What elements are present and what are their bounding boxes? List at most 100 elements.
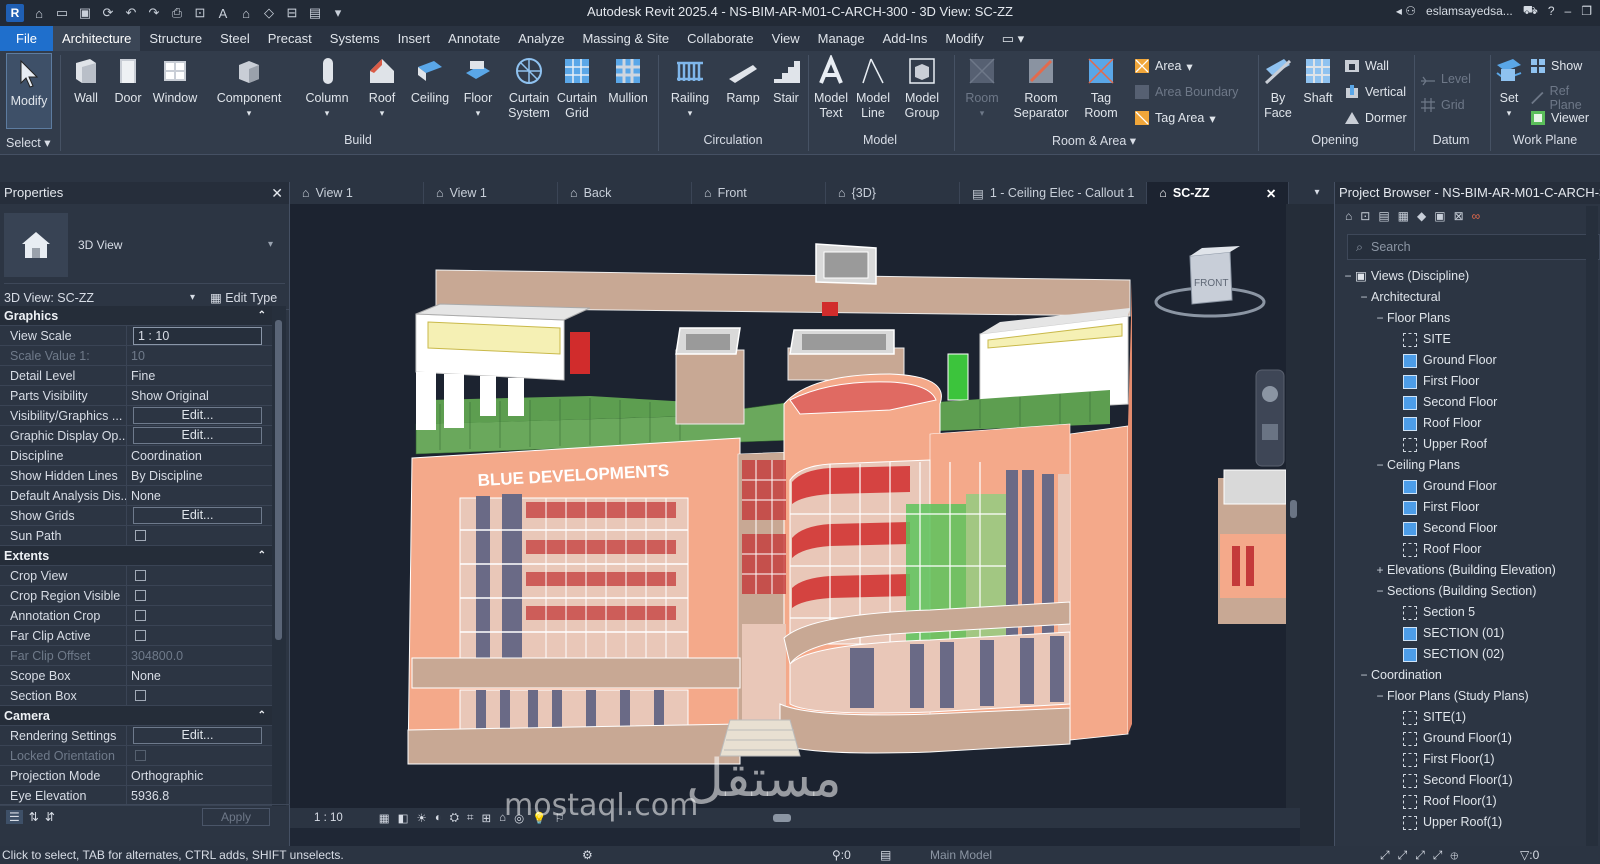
vertical-opening-button[interactable]: Vertical — [1344, 84, 1406, 100]
browser-tree-item[interactable]: Roof Floor(1) — [1335, 791, 1600, 812]
mullion-button[interactable]: Mullion — [604, 51, 652, 106]
sign-in-icon[interactable]: ◂ ⚇ — [1396, 4, 1416, 18]
curtain-grid-button[interactable]: Curtain Grid — [554, 51, 600, 121]
menu-manage[interactable]: Manage — [809, 26, 874, 51]
worksets-icon[interactable]: ⚲:0 — [832, 848, 851, 862]
select-dropdown[interactable]: Select ▾ — [6, 135, 51, 150]
browser-tree-item[interactable]: SECTION (02) — [1335, 644, 1600, 665]
view-tab[interactable]: ⌂ {3D} — [826, 182, 960, 204]
visual-style-icon[interactable]: ◧ — [398, 811, 409, 825]
section-icon[interactable]: ◇ — [261, 5, 277, 21]
model-text-button[interactable]: Model Text — [810, 51, 852, 121]
browser-tree-item[interactable]: First Floor — [1335, 371, 1600, 392]
shaft-button[interactable]: Shaft — [1298, 51, 1338, 106]
view-tab[interactable]: ⌂ View 1 — [290, 182, 424, 204]
area-boundary-button[interactable]: Area Boundary — [1134, 84, 1238, 100]
tag-room-button[interactable]: Tag Room — [1078, 51, 1124, 121]
tabs-overflow-icon[interactable]: ▾ — [1300, 182, 1334, 204]
area-button[interactable]: Area ▾ — [1134, 58, 1193, 74]
browser-tree-item[interactable]: Ground Floor — [1335, 476, 1600, 497]
property-value[interactable]: Coordination — [126, 446, 272, 465]
crop-view-icon[interactable]: ⌗ — [467, 812, 473, 825]
browser-home-icon[interactable]: ⌂ — [1345, 209, 1352, 223]
tag-area-button[interactable]: Tag Area ▾ — [1134, 110, 1216, 126]
menu-annotate[interactable]: Annotate — [439, 26, 509, 51]
contextual-tab-dropdown[interactable]: ▭ ▾ — [993, 26, 1033, 51]
browser-tree-item[interactable]: First Floor(1) — [1335, 749, 1600, 770]
level-button[interactable]: Level — [1420, 71, 1471, 87]
browser-tree-item[interactable]: Second Floor — [1335, 392, 1600, 413]
wall-opening-button[interactable]: Wall — [1344, 58, 1389, 74]
menu-file[interactable]: File — [0, 26, 53, 51]
edit-button[interactable]: Edit... — [133, 727, 262, 744]
edit-button[interactable]: Edit... — [133, 507, 262, 524]
property-checkbox[interactable] — [135, 590, 146, 601]
filter-icon[interactable]: ▽:0 — [1520, 848, 1539, 862]
menu-add-ins[interactable]: Add-Ins — [874, 26, 937, 51]
print-icon[interactable]: ⎙ — [169, 5, 185, 21]
model-group-button[interactable]: Model Group — [896, 51, 948, 121]
property-checkbox[interactable] — [135, 610, 146, 621]
model-line-button[interactable]: Model Line — [852, 51, 894, 121]
property-checkbox[interactable] — [135, 750, 146, 761]
menu-insert[interactable]: Insert — [389, 26, 440, 51]
help-icon[interactable]: ? — [1548, 4, 1555, 18]
render-icon[interactable]: ⛭ — [450, 812, 459, 825]
browser-tree-item[interactable]: Upper Roof(1) — [1335, 812, 1600, 833]
show-crop-icon[interactable]: ⊞ — [481, 811, 491, 825]
revit-logo[interactable]: R — [6, 4, 24, 22]
browser-tree-item[interactable]: Second Floor(1) — [1335, 770, 1600, 791]
room-button[interactable]: Room ▾ — [960, 51, 1004, 121]
view-vertical-scrollbar[interactable] — [1286, 204, 1300, 808]
measure-icon[interactable]: ⊡ — [192, 5, 208, 21]
browser-tree-item[interactable]: Second Floor — [1335, 518, 1600, 539]
apply-button[interactable]: Apply — [202, 807, 270, 826]
close-icon[interactable]: ✕ — [271, 182, 283, 204]
user-name[interactable]: eslamsayedsa... — [1426, 4, 1513, 18]
browser-views-icon[interactable]: ⊡ — [1360, 209, 1370, 223]
dormer-opening-button[interactable]: Dormer — [1344, 110, 1407, 126]
browser-tree-item[interactable]: Ground Floor(1) — [1335, 728, 1600, 749]
browser-tree-item[interactable]: SECTION (01) — [1335, 623, 1600, 644]
status-icon[interactable]: ⚙ — [582, 848, 593, 862]
active-workset[interactable]: Main Model — [930, 848, 992, 862]
stair-button[interactable]: Stair — [766, 51, 806, 106]
browser-tree-item[interactable]: − Architectural — [1335, 287, 1600, 308]
menu-modify[interactable]: Modify — [936, 26, 992, 51]
curtain-system-button[interactable]: Curtain System — [506, 51, 552, 121]
edit-button[interactable]: Edit... — [133, 407, 262, 424]
grid-button[interactable]: Grid — [1420, 97, 1465, 113]
menu-steel[interactable]: Steel — [211, 26, 259, 51]
3d-view-icon[interactable]: ⌂ — [238, 5, 254, 21]
property-value[interactable]: Fine — [126, 366, 272, 385]
selection-filters-icon[interactable]: ⤢⤢⤢⤢⊕ — [1380, 848, 1466, 863]
browser-tree-item[interactable]: − Floor Plans (Study Plans) — [1335, 686, 1600, 707]
section-graphics[interactable]: Graphics ⌃ — [0, 306, 272, 326]
property-value[interactable]: Show Original — [126, 386, 272, 405]
browser-link-icon[interactable]: ∞ — [1472, 209, 1481, 223]
close-tab-icon[interactable]: ✕ — [1266, 186, 1276, 201]
browser-tree-item[interactable]: SITE(1) — [1335, 707, 1600, 728]
sun-path-icon[interactable]: ☀ — [417, 811, 427, 825]
menu-massing-site[interactable]: Massing & Site — [573, 26, 678, 51]
customize-toolbar-icon[interactable]: ▾ — [330, 5, 346, 21]
property-value[interactable]: None — [126, 486, 272, 505]
section-extents[interactable]: Extents ⌃ — [0, 546, 272, 566]
show-work-plane-button[interactable]: Show — [1530, 58, 1582, 74]
menu-precast[interactable]: Precast — [259, 26, 321, 51]
properties-scrollbar[interactable] — [272, 306, 286, 806]
property-value[interactable]: None — [126, 666, 272, 685]
menu-collaborate[interactable]: Collaborate — [678, 26, 763, 51]
browser-tree-item[interactable]: Section 5 — [1335, 602, 1600, 623]
sort-ascending-icon[interactable]: ⇅ — [29, 810, 39, 824]
browser-families-icon[interactable]: ◆ — [1417, 209, 1426, 223]
ramp-button[interactable]: Ramp — [722, 51, 764, 106]
browser-tree-item[interactable]: − Floor Plans — [1335, 308, 1600, 329]
switch-windows-icon[interactable]: ▤ — [307, 5, 323, 21]
room-separator-button[interactable]: Room Separator — [1008, 51, 1074, 121]
component-button[interactable]: Component ▾ — [212, 51, 286, 121]
home-icon[interactable]: ⌂ — [31, 5, 47, 21]
modify-button[interactable]: Modify — [6, 53, 52, 129]
sync-icon[interactable]: ⟳ — [100, 5, 116, 21]
property-checkbox[interactable] — [135, 630, 146, 641]
